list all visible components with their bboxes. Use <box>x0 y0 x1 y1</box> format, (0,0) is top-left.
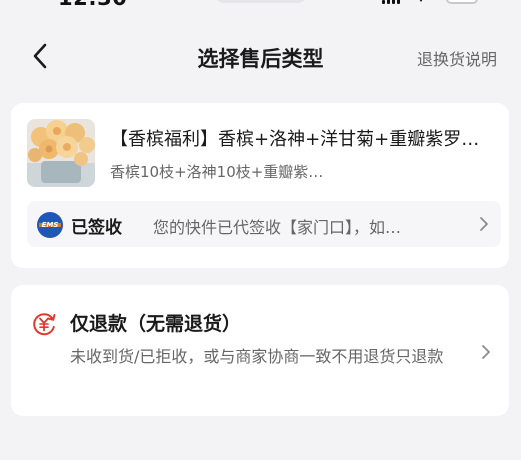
dynamic-island <box>216 0 306 3</box>
logistics-status: 已签收 <box>71 218 122 238</box>
product-title[interactable]: 【香槟福利】香槟+洛神+洋甘菊+重瓣紫罗… <box>110 125 500 151</box>
ems-logo-text: EMS <box>41 221 59 229</box>
chevron-right-icon <box>480 217 488 231</box>
wifi-icon <box>416 0 426 2</box>
refund-option-title: 仅退款（无需退货） <box>70 313 242 335</box>
product-spec: 香槟10枝+洛神10枝+重瓣紫… <box>110 163 324 181</box>
ems-icon: EMS <box>37 212 63 238</box>
refund-option-description: 未收到货/已拒收，或与商家协商一致不用退货只退款 <box>70 347 444 366</box>
status-bar: 12:30 <box>0 0 521 14</box>
logistics-row[interactable]: EMS 已签收 您的快件已代签收【家门口】，如… <box>27 201 501 247</box>
refund-only-option[interactable]: 仅退款（无需退货） 未收到货/已拒收，或与商家协商一致不用退货只退款 <box>11 285 509 416</box>
chevron-right-icon <box>482 345 490 359</box>
status-time: 12:30 <box>58 0 127 10</box>
product-thumbnail[interactable] <box>27 119 95 187</box>
nav-bar: 选择售后类型 退换货说明 <box>0 28 521 84</box>
refund-yuan-icon <box>33 313 56 336</box>
battery-icon <box>446 0 478 4</box>
return-policy-link[interactable]: 退换货说明 <box>417 46 497 70</box>
screen: 12:30 选择售后类型 退换货说明 <box>0 0 521 460</box>
logistics-detail: 您的快件已代签收【家门口】，如… <box>153 218 402 237</box>
order-card: 【香槟福利】香槟+洛神+洋甘菊+重瓣紫罗… 香槟10枝+洛神10枝+重瓣紫… E… <box>11 103 509 268</box>
signal-icon <box>382 0 402 4</box>
